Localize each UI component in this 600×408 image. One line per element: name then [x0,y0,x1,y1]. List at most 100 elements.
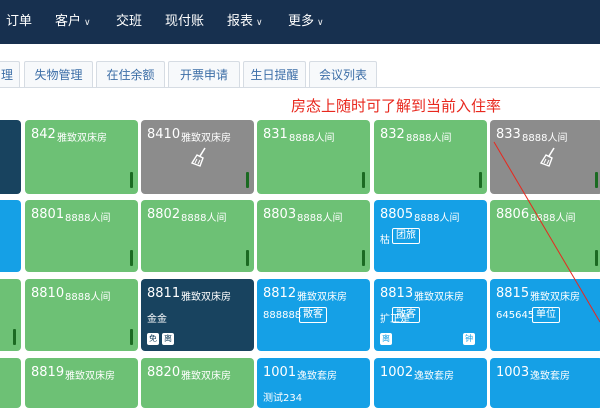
nav-item[interactable]: 更多 ∨ [288,0,324,44]
occupancy-bar [13,329,16,345]
cleaning-broom-icon [190,147,206,167]
room-card[interactable]: 8813 雅致双床房 扩正是 散客离钟 [374,279,487,351]
room-card-partial[interactable] [0,120,21,194]
room-number: 831 [263,127,288,142]
nav-item[interactable]: 报表 ∨ [227,0,263,44]
room-card[interactable]: 8811 雅致双床房 金金免离 [141,279,254,351]
tab[interactable]: 在住余额 [96,61,165,87]
tab[interactable]: 开票申请 [168,61,240,87]
occupancy-bar [479,172,482,188]
occupancy-bar [130,329,133,345]
room-number: 1001 [263,365,297,380]
guest-type-tag: 散客 [392,307,420,323]
status-badge: 钟 [463,333,475,345]
guest-name: 888888 [263,310,302,321]
guest-name: 测试234 [263,393,303,404]
nav-item-label: 报表 [227,14,254,29]
nav-item[interactable]: 现付账 [165,0,204,44]
room-card[interactable]: 8819 雅致双床房 [25,358,138,408]
room-number: 8813 [380,286,414,301]
occupancy-bar [362,250,365,266]
status-badge: 离 [162,333,174,345]
room-type: 逸致套房 [414,371,454,382]
room-number: 832 [380,127,405,142]
room-number: 8820 [147,365,181,380]
room-number: 1003 [496,365,530,380]
room-number: 1002 [380,365,414,380]
cleaning-broom-icon [539,147,555,167]
nav-item-label: 客户 [55,14,82,29]
room-card[interactable]: 8803 8888人间 [257,200,370,272]
status-badge: 离 [380,333,392,345]
guest-type-tag: 散客 [299,307,327,323]
nav-item[interactable]: 客户 ∨ [55,0,91,44]
room-number: 8810 [31,286,65,301]
nav-item-label: 订单 [6,14,33,29]
room-number: 8410 [147,127,181,142]
room-number: 8815 [496,286,530,301]
occupancy-bar [595,172,598,188]
room-card[interactable]: 8820 雅致双床房 [141,358,254,408]
chevron-down-icon: ∨ [84,18,91,28]
tab[interactable]: 理 [0,61,20,87]
room-number: 842 [31,127,56,142]
room-card[interactable]: 8802 8888人间 [141,200,254,272]
room-number: 8803 [263,207,297,222]
room-card[interactable]: 8805 8888人间枯团旅 [374,200,487,272]
room-type: 8888人间 [181,213,227,224]
room-type: 8888人间 [414,213,460,224]
room-type: 逸致套房 [530,371,570,382]
room-type: 8888人间 [65,292,111,303]
room-card[interactable]: 8815 雅致双床房 645645 单位 [490,279,600,351]
status-badge: 免 [147,333,159,345]
guest-type-tag: 单位 [532,307,560,323]
tab-divider [0,87,600,88]
room-card-partial[interactable] [0,358,21,408]
room-card[interactable]: 8810 8888人间 [25,279,138,351]
occupancy-annotation: 房态上随时可了解到当前入住率 [291,97,502,115]
room-card[interactable]: 832 8888人间 [374,120,487,194]
room-card[interactable]: 1002 逸致套房 [374,358,487,408]
room-number: 8819 [31,365,65,380]
room-card[interactable]: 833 8888人间 [490,120,600,194]
room-card[interactable]: 8806 8888人间 [490,200,600,272]
nav-item-label: 更多 [288,14,315,29]
room-number: 8806 [496,207,530,222]
chevron-down-icon: ∨ [317,18,324,28]
room-card[interactable]: 831 8888人间 [257,120,370,194]
room-type: 雅致双床房 [65,371,115,382]
nav-item[interactable]: 订单 [6,0,32,44]
room-number: 8802 [147,207,181,222]
room-card[interactable]: 8801 8888人间 [25,200,138,272]
room-type: 雅致双床房 [530,292,580,303]
room-type: 雅致双床房 [181,371,231,382]
room-card[interactable]: 8410 雅致双床房 [141,120,254,194]
nav-item[interactable]: 交班 [116,0,142,44]
room-number: 8805 [380,207,414,222]
occupancy-bar [362,172,365,188]
room-number: 833 [496,127,521,142]
room-card-partial[interactable] [0,200,21,272]
room-card[interactable]: 8812 雅致双床房 888888 散客 [257,279,370,351]
occupancy-bar [246,250,249,266]
room-type: 8888人间 [297,213,343,224]
tab[interactable]: 生日提醒 [243,61,306,87]
guest-name: 金金 [147,314,167,325]
room-card-partial[interactable] [0,279,21,351]
room-number: 8811 [147,286,181,301]
occupancy-bar [130,172,133,188]
room-type: 逸致套房 [297,371,337,382]
room-card[interactable]: 1001 逸致套房测试234 [257,358,370,408]
room-type: 雅致双床房 [57,133,107,144]
room-type: 雅致双床房 [297,292,347,303]
room-card[interactable]: 842 雅致双床房 [25,120,138,194]
room-card[interactable]: 1003 逸致套房 [490,358,600,408]
guest-name: 枯 [380,235,390,246]
occupancy-bar [246,172,249,188]
tab[interactable]: 会议列表 [309,61,377,87]
room-number: 8812 [263,286,297,301]
tab[interactable]: 失物管理 [24,61,93,87]
room-type: 雅致双床房 [414,292,464,303]
top-nav-bar: 订单 客户 ∨ 交班 现付账 报表 ∨ 更多 ∨ [0,0,600,44]
occupancy-bar [595,250,598,266]
